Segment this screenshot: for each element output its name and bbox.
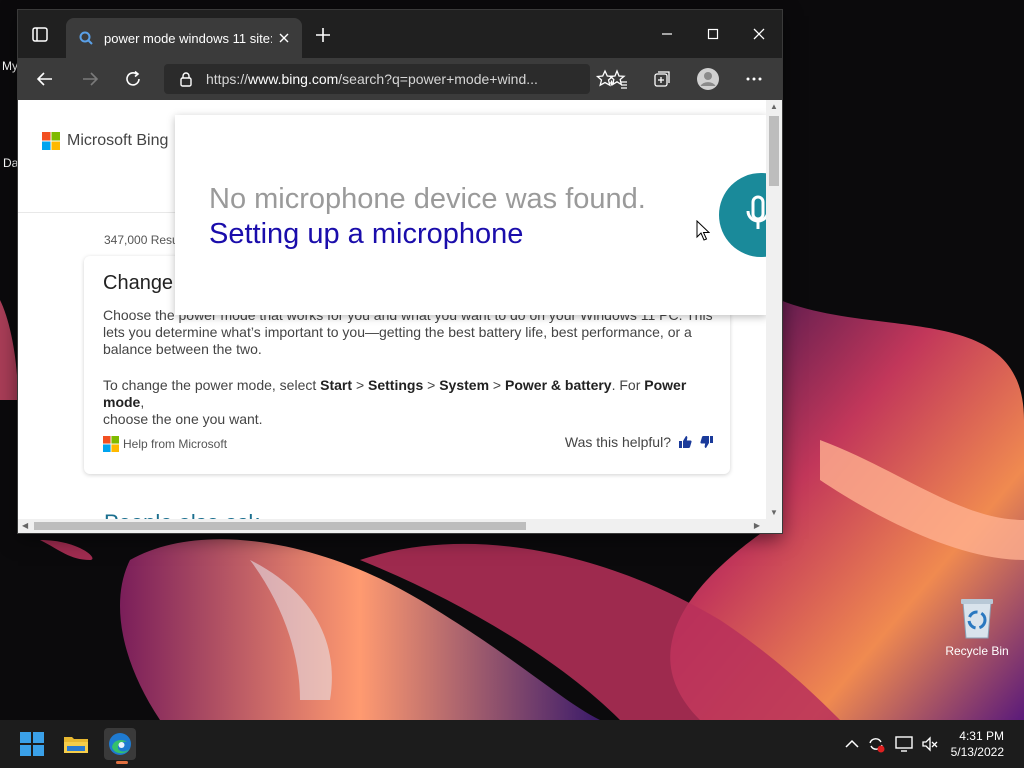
scroll-right-icon[interactable]: ▶	[754, 521, 760, 530]
new-tab-button[interactable]	[310, 22, 336, 48]
help-from-microsoft-link[interactable]: Help from Microsoft	[103, 436, 227, 452]
browser-toolbar: https://www.bing.com/search?q=power+mode…	[18, 58, 782, 100]
close-tab-icon[interactable]	[272, 26, 296, 50]
tab-actions-button[interactable]	[28, 24, 54, 46]
helpful-question: Was this helpful?	[564, 434, 671, 450]
active-indicator	[116, 761, 128, 764]
search-icon	[78, 30, 94, 46]
volume-muted-icon[interactable]	[920, 734, 940, 754]
clock-time: 4:31 PM	[959, 729, 1004, 743]
answer-paragraph-2: To change the power mode, select Start >…	[103, 377, 687, 427]
edge-browser-button[interactable]	[104, 728, 136, 764]
page-content: Microsoft Bing 347,000 Resu Change Choos…	[18, 100, 782, 533]
setup-microphone-link[interactable]: Setting up a microphone	[209, 218, 523, 251]
recycle-bin-label: Recycle Bin	[945, 644, 1009, 658]
title-bar: power mode windows 11 site:mi	[18, 10, 782, 58]
forward-button[interactable]	[75, 64, 105, 94]
sync-icon[interactable]	[866, 734, 886, 754]
favorites-icon[interactable]	[603, 64, 633, 94]
no-microphone-message: No microphone device was found.	[209, 183, 646, 215]
lock-icon	[178, 71, 194, 87]
thumbs-up-icon[interactable]	[677, 434, 693, 450]
recycle-bin[interactable]: Recycle Bin	[944, 596, 1010, 658]
taskbar-clock[interactable]: 4:31 PM 5/13/2022	[951, 728, 1004, 760]
address-bar[interactable]: https://www.bing.com/search?q=power+mode…	[164, 64, 615, 94]
microphone-icon	[746, 195, 767, 229]
start-button[interactable]	[16, 728, 48, 760]
browser-tab[interactable]: power mode windows 11 site:mi	[66, 18, 302, 58]
minimize-button[interactable]	[644, 18, 690, 50]
horizontal-scroll-thumb[interactable]	[34, 522, 526, 530]
desktop-icon-label[interactable]: Da	[3, 156, 18, 170]
microphone-popup: No microphone device was found. Setting …	[175, 115, 767, 315]
vertical-scrollbar[interactable]: ▲ ▼	[766, 100, 782, 519]
thumbs-down-icon[interactable]	[699, 434, 715, 450]
horizontal-scrollbar[interactable]: ◀ ▶	[18, 519, 782, 533]
close-window-button[interactable]	[736, 18, 782, 50]
clock-date: 5/13/2022	[950, 745, 1004, 759]
scroll-up-icon[interactable]: ▲	[770, 102, 778, 111]
microsoft-logo-icon	[42, 132, 60, 150]
show-hidden-icons-chevron-icon[interactable]	[842, 734, 862, 754]
bing-brand-text: Microsoft Bing	[67, 132, 169, 149]
recycle-bin-icon	[959, 596, 995, 640]
results-count: 347,000 Resu	[104, 233, 179, 247]
browser-window: power mode windows 11 site:mi https://ww…	[18, 10, 782, 533]
vertical-scroll-thumb[interactable]	[769, 116, 779, 186]
microphone-button[interactable]	[719, 173, 767, 257]
scroll-left-icon[interactable]: ◀	[22, 521, 28, 530]
windows-logo-icon	[20, 732, 44, 756]
maximize-button[interactable]	[690, 18, 736, 50]
helpful-feedback: Was this helpful?	[565, 434, 715, 450]
url-text: https://www.bing.com/search?q=power+mode…	[206, 71, 538, 87]
answer-title: Change	[103, 272, 174, 294]
desktop-icon-label[interactable]: My	[2, 59, 18, 73]
more-options-icon[interactable]	[739, 64, 769, 94]
microsoft-logo-icon	[103, 436, 119, 452]
file-explorer-button[interactable]	[60, 728, 92, 760]
mouse-cursor-icon	[696, 219, 711, 242]
edge-icon	[109, 733, 131, 755]
scroll-down-icon[interactable]: ▼	[770, 508, 778, 517]
collections-icon[interactable]	[647, 64, 677, 94]
back-button[interactable]	[30, 64, 60, 94]
bing-logo[interactable]: Microsoft Bing	[42, 132, 168, 150]
folder-icon	[64, 737, 88, 753]
refresh-button[interactable]	[118, 64, 148, 94]
display-icon[interactable]	[894, 734, 914, 754]
profile-avatar[interactable]	[693, 64, 723, 94]
taskbar: 4:31 PM 5/13/2022	[0, 720, 1024, 768]
answer-footer: Help from Microsoft Was this helpful?	[103, 434, 715, 454]
tab-title: power mode windows 11 site:mi	[104, 30, 272, 46]
